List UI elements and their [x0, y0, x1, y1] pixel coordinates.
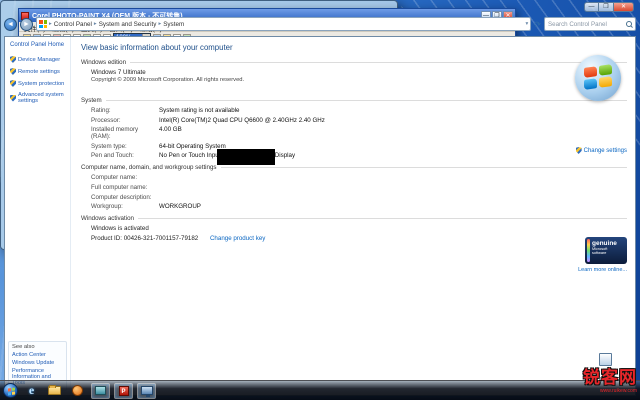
- row-computer-description: Computer description:: [91, 194, 627, 201]
- system-icon: [141, 386, 153, 395]
- windows-logo: [575, 55, 621, 101]
- system-window[interactable]: — ❐ ✕ ◄ ► ▸ Control Panel ▸ System and S…: [0, 0, 398, 250]
- maximize-button[interactable]: ❐: [599, 2, 614, 12]
- taskbar-device-manager[interactable]: [91, 383, 110, 399]
- see-also-title: See also: [12, 344, 64, 350]
- windows-activation-section-title: Windows activation: [81, 215, 134, 222]
- sidebar-item-system-protection[interactable]: System protection: [10, 80, 70, 87]
- taskbar-explorer[interactable]: [45, 383, 64, 399]
- folder-icon: [48, 386, 61, 395]
- row-full-computer-name: Full computer name:: [91, 184, 627, 191]
- system-section-title: System: [81, 97, 102, 104]
- breadcrumb-system-security[interactable]: System and Security: [99, 21, 157, 28]
- windows-flag-icon: [8, 388, 15, 396]
- watermark-brand: 锐客网: [583, 363, 637, 388]
- sidebar-item-remote-settings[interactable]: Remote settings: [10, 68, 70, 75]
- breadcrumb-sep-icon: ▸: [94, 21, 97, 27]
- copyright-text: Copyright © 2009 Microsoft Corporation. …: [81, 77, 627, 83]
- divider: [221, 167, 627, 168]
- change-product-key-link[interactable]: Change product key: [210, 235, 265, 242]
- sidebar-item-device-manager[interactable]: Device Manager: [10, 56, 70, 63]
- product-id-row: Product ID: 00426-321-7001157-79182 Chan…: [81, 235, 627, 242]
- search-placeholder: Search Control Panel: [548, 21, 607, 28]
- shield-icon: [576, 147, 582, 154]
- computer-name-section-title: Computer name, domain, and workgroup set…: [81, 164, 217, 171]
- media-player-icon: [72, 385, 83, 396]
- breadcrumb-sep-icon: ▸: [158, 21, 161, 27]
- row-computer-name: Computer name:: [91, 174, 627, 181]
- breadcrumb-system[interactable]: System: [163, 21, 184, 28]
- taskbar: e P: [0, 380, 640, 400]
- see-also-windows-update[interactable]: Windows Update: [12, 360, 64, 366]
- taskbar-corel[interactable]: P: [114, 383, 133, 399]
- minimize-button[interactable]: —: [584, 2, 599, 12]
- sidebar-item-advanced-settings[interactable]: Advanced system settings: [10, 92, 70, 104]
- shield-icon: [10, 68, 16, 75]
- divider: [106, 100, 627, 101]
- rating-link[interactable]: System rating is not available: [159, 107, 239, 114]
- row-rating: Rating:System rating is not available: [91, 107, 627, 114]
- windows-edition-value: Windows 7 Ultimate: [81, 69, 627, 76]
- shield-icon: [10, 80, 16, 87]
- system-main-content: View basic information about your comput…: [71, 37, 635, 395]
- start-button[interactable]: [3, 383, 18, 398]
- taskbar-internet-explorer[interactable]: e: [22, 383, 41, 399]
- divider: [130, 62, 627, 63]
- product-id-value: 00426-321-7001157-79182: [124, 235, 199, 242]
- shield-icon: [10, 56, 16, 63]
- row-processor: Processor:Intel(R) Core(TM)2 Quad CPU Q6…: [91, 117, 627, 124]
- redaction-box: [217, 149, 275, 165]
- chevron-down-icon[interactable]: ▾: [526, 21, 529, 27]
- back-button[interactable]: ◄: [4, 18, 17, 31]
- taskbar-media-player[interactable]: [68, 383, 87, 399]
- breadcrumb[interactable]: ▸ Control Panel ▸ System and Security ▸ …: [36, 17, 531, 31]
- search-icon[interactable]: [626, 21, 632, 27]
- change-settings[interactable]: Change settings: [576, 147, 627, 154]
- control-panel-icon: [39, 20, 47, 28]
- windows-flag-icon: [584, 64, 612, 92]
- device-manager-icon: [95, 386, 106, 395]
- row-pen-touch: Pen and Touch:No Pen or Touch Input is a…: [91, 152, 627, 159]
- navigation-bar: ◄ ► ▸ Control Panel ▸ System and Securit…: [4, 14, 636, 34]
- divider: [138, 218, 627, 219]
- caption-buttons: — ❐ ✕: [584, 2, 634, 12]
- refresh-icon[interactable]: ⟳: [534, 20, 541, 29]
- corel-icon: P: [119, 386, 129, 396]
- row-workgroup: Workgroup:WORKGROUP: [91, 203, 627, 210]
- control-panel-sidebar: Control Panel Home Device Manager Remote…: [5, 37, 71, 395]
- shield-icon: [10, 95, 16, 102]
- sidebar-item-home[interactable]: Control Panel Home: [10, 42, 70, 48]
- activation-status: Windows is activated: [81, 225, 627, 232]
- see-also-action-center[interactable]: Action Center: [12, 352, 64, 358]
- windows-edition-section-title: Windows edition: [81, 59, 126, 66]
- page-title: View basic information about your comput…: [81, 43, 627, 52]
- internet-explorer-icon: e: [29, 383, 34, 398]
- system-window-client: Control Panel Home Device Manager Remote…: [4, 36, 636, 396]
- desktop: Corel PHOTO-PAINT X4 (OEM 版本 - 不可转售) — ❐…: [0, 0, 640, 400]
- product-id-label: Product ID:: [91, 235, 122, 242]
- close-button[interactable]: ✕: [614, 2, 634, 12]
- breadcrumb-sep-icon: ▸: [49, 21, 52, 27]
- watermark: 锐客网 www.ruikew.com: [583, 363, 637, 394]
- genuine-microsoft-badge: genuine Microsoft software: [585, 237, 627, 264]
- row-memory: Installed memory (RAM):4.00 GB: [91, 126, 627, 140]
- row-system-type: System type:64-bit Operating System: [91, 143, 627, 150]
- learn-more-link[interactable]: Learn more online...: [578, 267, 627, 273]
- watermark-url: www.ruikew.com: [583, 388, 637, 394]
- breadcrumb-control-panel[interactable]: Control Panel: [54, 21, 92, 28]
- taskbar-system[interactable]: [137, 383, 156, 399]
- forward-button[interactable]: ►: [20, 18, 33, 31]
- search-input[interactable]: Search Control Panel: [544, 17, 636, 31]
